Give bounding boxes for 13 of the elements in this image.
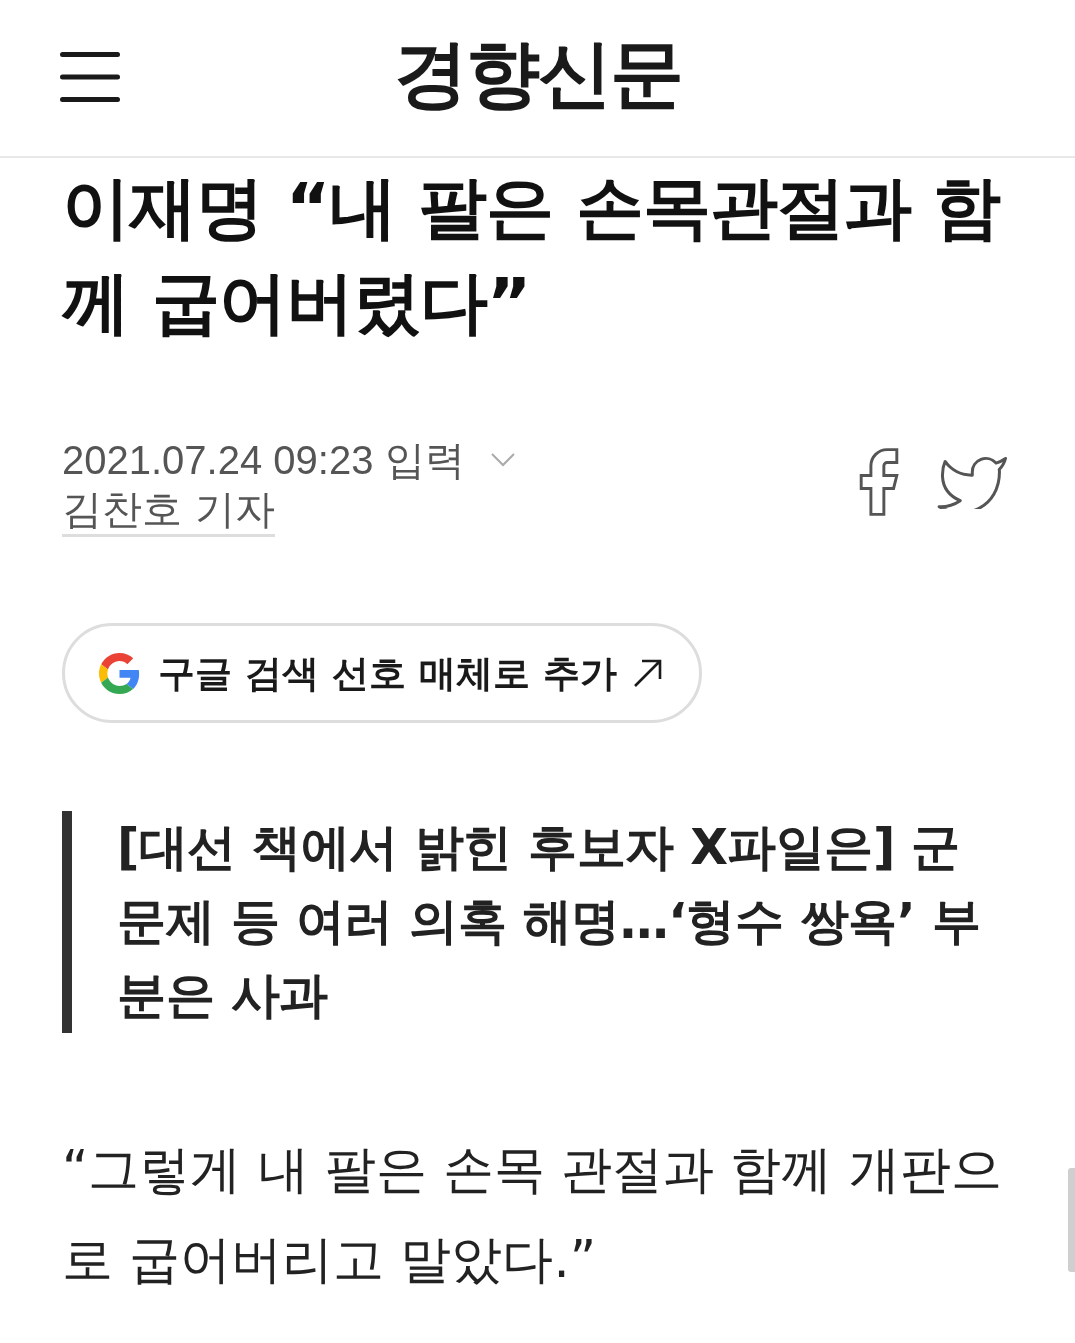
g-logo-icon [99, 652, 140, 694]
article-paragraph: “그렇게 내 팔은 손목 관절과 함께 개판으로 굽어버리고 말았다.” [62, 1139, 1003, 1291]
scroll-thumb[interactable] [1068, 1168, 1075, 1272]
publish-date: 2021.07.24 09:23 입력 [62, 437, 465, 484]
google-preferred-source-button[interactable]: 구글 검색 선호 매체로 추가 [62, 623, 702, 723]
article-subheading: [대선 책에서 밝힌 후보자 X파일은] 군 문제 등 여러 의혹 해명…‘형수 쌍욕’ 부분은 사과 [62, 811, 1020, 1033]
site-logo[interactable]: 경향신문 [393, 36, 682, 110]
menu-icon[interactable] [60, 52, 120, 102]
f-logo-icon[interactable] [859, 448, 899, 516]
bird-icon[interactable] [937, 455, 1007, 509]
author-byline[interactable]: 김찬호 기자 [62, 486, 275, 537]
arrow-up-right-icon [632, 658, 663, 688]
article-headline: 이재명 “내 팔은 손목관절과 함께 굽어버렸다” [60, 167, 1002, 344]
